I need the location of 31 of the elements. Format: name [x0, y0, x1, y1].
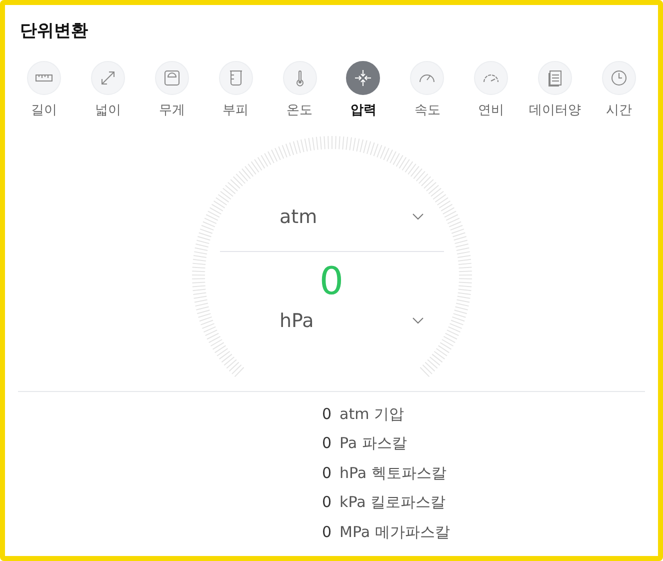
category-tab[interactable]: 압력 [337, 61, 390, 120]
category-tab[interactable]: 온도 [274, 61, 326, 120]
chevron-down-icon [412, 212, 424, 221]
compress-icon [354, 69, 372, 87]
category-tab[interactable]: 시간 [592, 61, 645, 120]
category-tab[interactable]: 연비 [465, 61, 518, 120]
result-number: 0 [322, 404, 332, 424]
expand-icon [98, 69, 117, 87]
category-tab[interactable]: 길이 [18, 61, 70, 120]
unit-dropdown[interactable]: hPa [220, 306, 444, 335]
category-tab[interactable]: 넓이 [82, 61, 134, 120]
unit-name: hPa 헥토파스칼 [340, 462, 446, 484]
category-tab[interactable]: 무게 [146, 61, 198, 120]
result-value: 0 [318, 258, 345, 302]
page-title: 단위변환 [20, 20, 89, 43]
result-number: 0 [322, 522, 332, 542]
result-number: 0 [322, 433, 332, 454]
result-number: 0 [322, 492, 332, 513]
clock-icon [610, 69, 628, 87]
chevron-down-icon [412, 316, 424, 325]
category-tab[interactable]: 속도 [401, 61, 454, 120]
result-number: 0 [322, 462, 332, 484]
category-tab[interactable]: 데이터양 [529, 61, 581, 120]
unit-name: Pa 파스칼 [340, 433, 407, 454]
unit-name: atm 기압 [340, 404, 404, 424]
unit-name: MPa 메가파스칼 [340, 522, 450, 542]
unit-dropdown[interactable]: atm [220, 202, 444, 231]
document-icon [546, 69, 564, 87]
unit-name: kPa 킬로파스칼 [340, 492, 446, 513]
category-tab[interactable]: 부피 [210, 61, 262, 120]
scale-icon [162, 69, 181, 87]
